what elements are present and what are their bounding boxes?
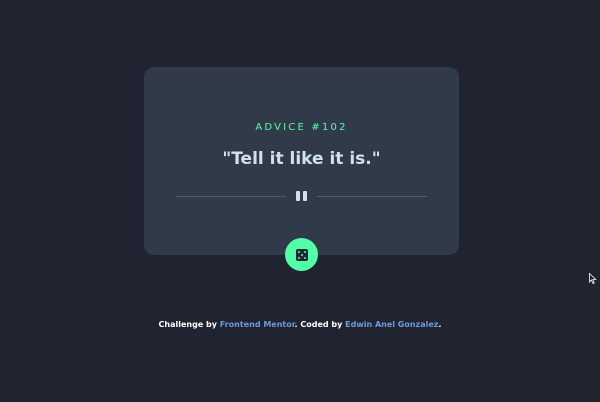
pattern-divider [176,191,427,201]
advice-quote: "Tell it like it is." [222,149,381,169]
attribution: Challenge by Frontend Mentor. Coded by E… [0,320,600,329]
mouse-cursor-icon [589,273,597,284]
author-link[interactable]: Edwin Anel Gonzalez [345,320,438,329]
new-advice-button[interactable] [285,238,318,271]
advice-card: ADVICE #102 "Tell it like it is." [144,67,459,255]
frontend-mentor-link[interactable]: Frontend Mentor [220,320,295,329]
coded-by-text: . Coded by [294,320,343,329]
pause-icon [295,191,308,201]
footer-period: . [438,320,442,329]
dice-icon [295,248,308,261]
page: ADVICE #102 "Tell it like it is." Challe… [0,0,600,402]
challenge-text: Challenge by [158,320,217,329]
divider-line-right [317,196,427,197]
advice-number: ADVICE #102 [255,122,348,133]
divider-line-left [176,196,286,197]
